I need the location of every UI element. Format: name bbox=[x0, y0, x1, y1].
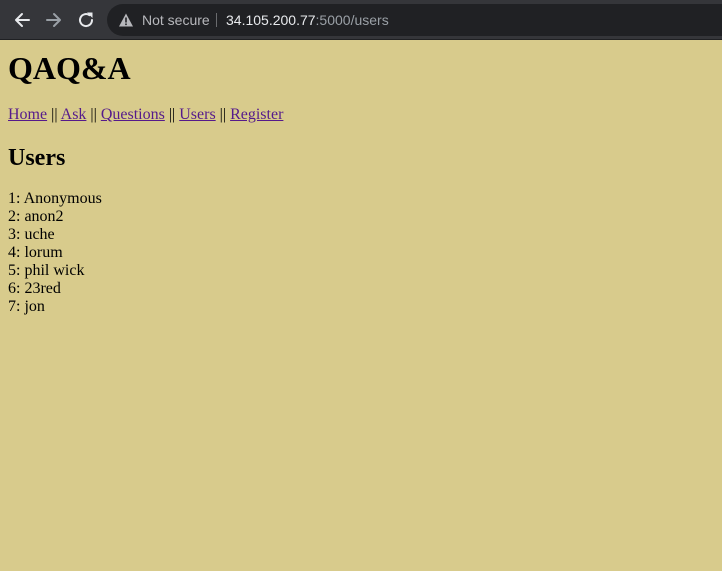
address-bar[interactable]: Not secure 34.105.200.77:5000/users bbox=[107, 4, 722, 36]
list-item: 5: phil wick bbox=[8, 262, 85, 279]
url-path: :5000/users bbox=[315, 12, 389, 28]
nav-link-home[interactable]: Home bbox=[8, 106, 47, 123]
back-button[interactable] bbox=[11, 9, 33, 31]
browser-toolbar: Not secure 34.105.200.77:5000/users bbox=[0, 0, 722, 40]
forward-button[interactable] bbox=[43, 9, 65, 31]
list-item: 1: Anonymous bbox=[8, 190, 102, 207]
nav-link-ask[interactable]: Ask bbox=[61, 106, 87, 123]
arrow-left-icon bbox=[15, 13, 30, 27]
url-text[interactable]: 34.105.200.77:5000/users bbox=[226, 11, 389, 29]
nav-link-users[interactable]: Users bbox=[179, 106, 215, 123]
reload-icon bbox=[79, 12, 94, 28]
warning-triangle-icon[interactable] bbox=[118, 12, 134, 28]
user-list: 1: Anonymous 2: anon2 3: uche 4: lorum 5… bbox=[8, 190, 102, 316]
site-nav: Home || Ask || Questions || Users || Reg… bbox=[8, 105, 283, 125]
reload-button[interactable] bbox=[75, 9, 97, 31]
site-title: QAQ&A bbox=[8, 50, 131, 86]
list-item: 2: anon2 bbox=[8, 208, 64, 225]
list-item: 7: jon bbox=[8, 298, 45, 315]
nav-separator: || bbox=[168, 106, 176, 123]
nav-separator: || bbox=[51, 106, 58, 123]
list-item: 6: 23red bbox=[8, 280, 61, 297]
security-status-label[interactable]: Not secure bbox=[142, 11, 210, 29]
page-title: Users bbox=[8, 145, 66, 171]
nav-link-register[interactable]: Register bbox=[230, 106, 283, 123]
omnibox-divider bbox=[216, 13, 217, 27]
nav-link-questions[interactable]: Questions bbox=[101, 106, 165, 123]
page-content: QAQ&A Home || Ask || Questions || Users … bbox=[0, 40, 722, 571]
url-host: 34.105.200.77 bbox=[226, 12, 316, 28]
list-item: 3: uche bbox=[8, 226, 55, 243]
nav-separator: || bbox=[219, 106, 227, 123]
list-item: 4: lorum bbox=[8, 244, 63, 261]
nav-separator: || bbox=[90, 106, 97, 123]
arrow-right-icon bbox=[46, 13, 61, 27]
